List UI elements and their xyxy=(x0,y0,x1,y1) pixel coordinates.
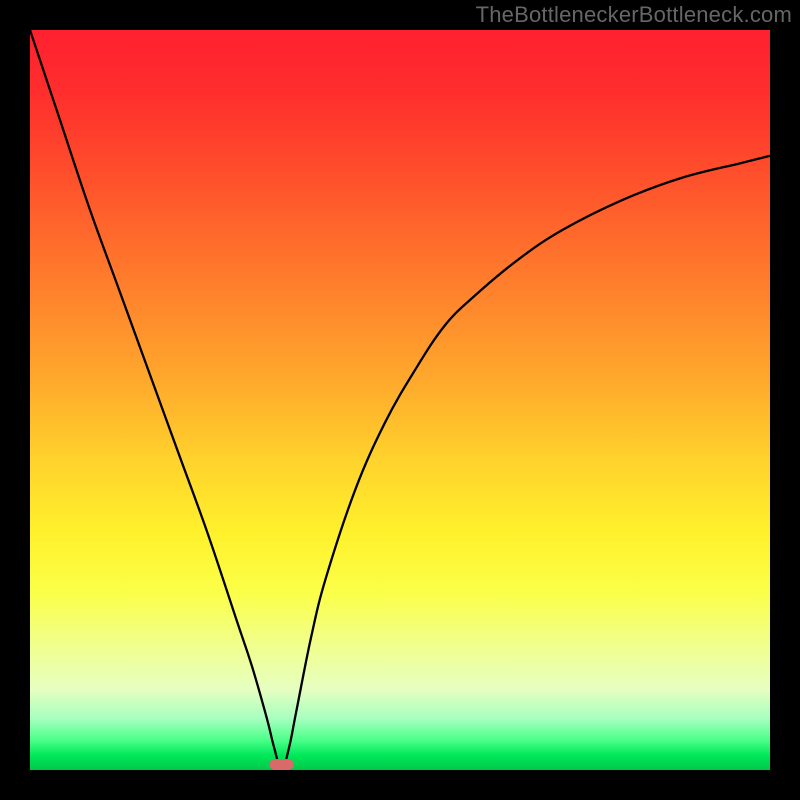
curve-line xyxy=(30,30,770,770)
chart-svg xyxy=(30,30,770,770)
chart-frame: TheBottleneckerBottleneck.com xyxy=(0,0,800,800)
watermark-text: TheBottleneckerBottleneck.com xyxy=(476,2,792,28)
plot-area xyxy=(30,30,770,770)
minimum-marker xyxy=(270,759,294,770)
